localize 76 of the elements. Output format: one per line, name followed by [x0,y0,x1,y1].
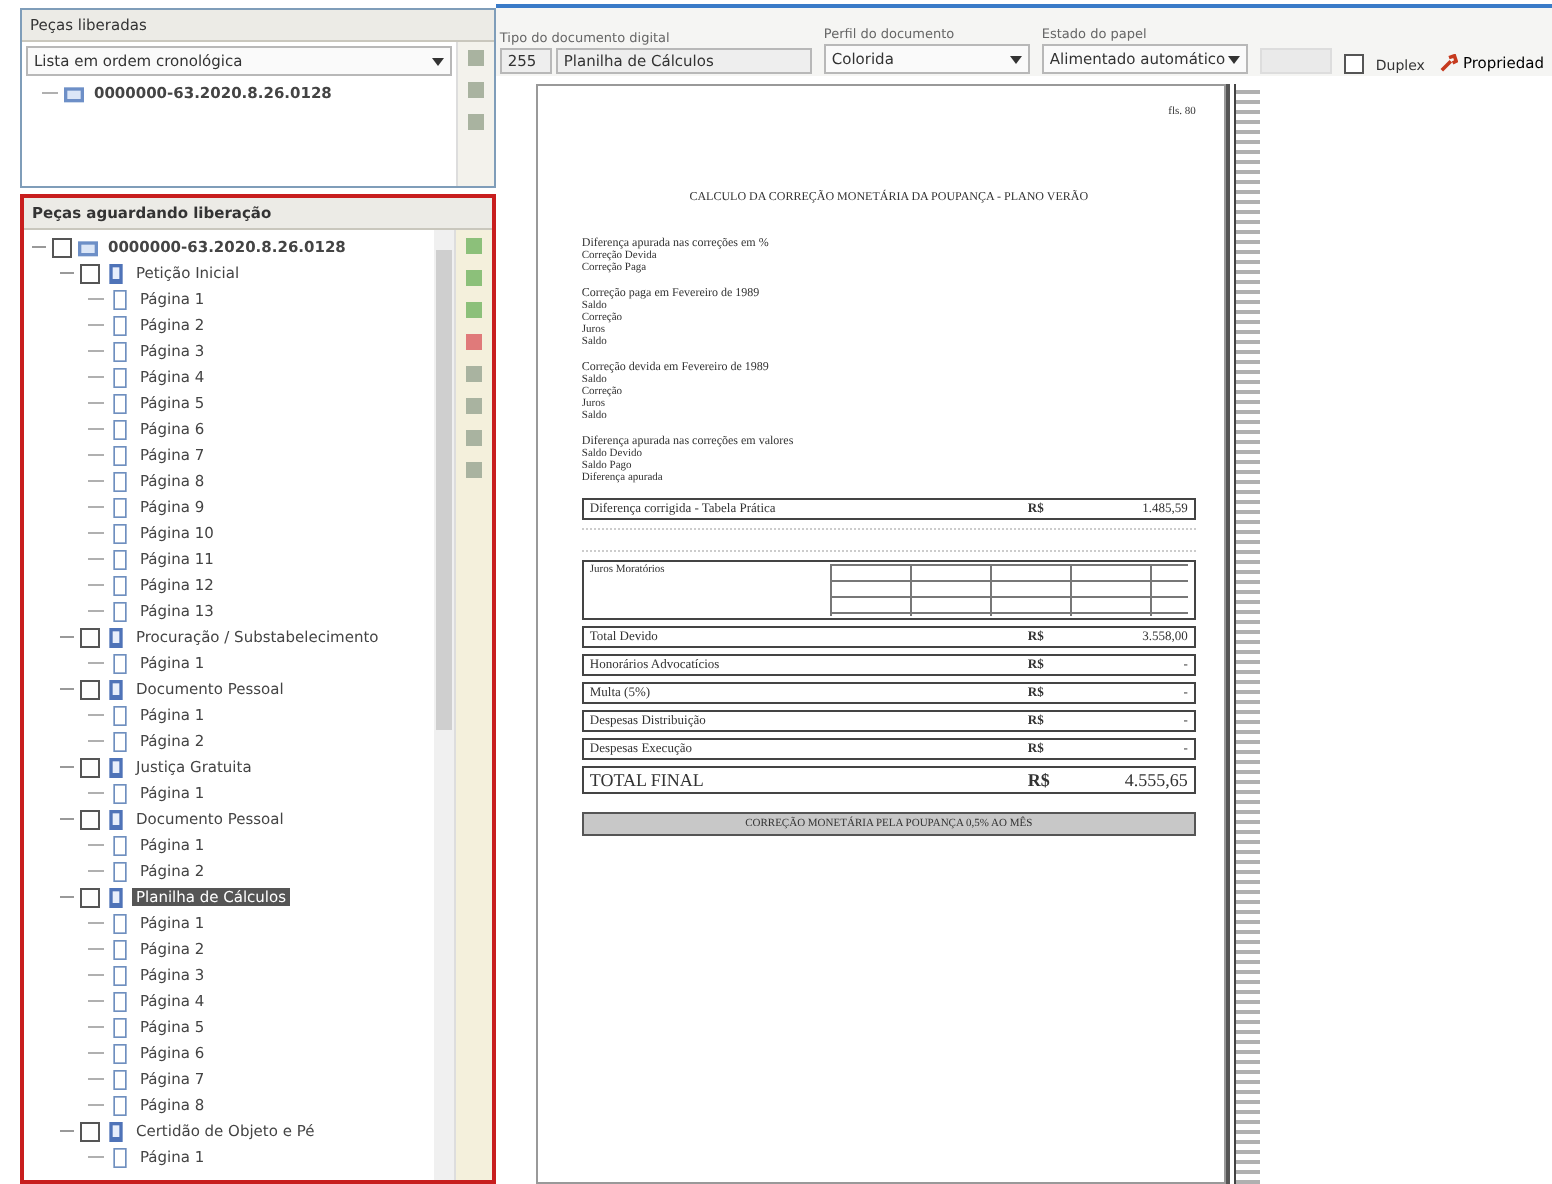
collapse-icon[interactable] [60,630,74,644]
tree-line-icon [88,740,104,742]
tree-line-icon [88,922,104,924]
checkbox[interactable] [80,887,100,907]
tree-line-icon [88,844,104,846]
tree-line-icon [88,610,104,612]
tree-line-icon [88,532,104,534]
page-icon [110,653,130,673]
tree-line-icon [88,376,104,378]
page-icon[interactable] [463,460,484,480]
checkbox[interactable] [80,809,100,829]
page-icon[interactable] [465,80,486,100]
tree-line-icon [88,350,104,352]
tree-line-icon [88,714,104,716]
tree-line-icon [88,792,104,794]
caret-icon [1009,55,1022,63]
tree-line-icon [88,298,104,300]
tree-line-icon [88,506,104,508]
tree-line-icon [88,662,104,664]
tree-line-icon [88,1104,104,1106]
scroll-thumb[interactable] [435,250,452,730]
tree-line-icon [88,584,104,586]
collapse-icon[interactable] [60,760,74,774]
document-icon [106,679,126,699]
caret-icon [1227,55,1240,63]
document-icon [106,627,126,647]
page-icon[interactable] [463,332,484,352]
tree-line-icon [88,1052,104,1054]
tree-line-icon [88,948,104,950]
tree-line-icon [88,402,104,404]
tree-line-icon [88,324,104,326]
tree-line-icon [88,558,104,560]
checkbox[interactable] [52,237,72,257]
checkbox[interactable] [80,263,100,283]
page-icon[interactable] [463,364,484,384]
tree-line-icon [88,428,104,430]
page-icon[interactable] [463,300,484,320]
tree-line-icon [88,974,104,976]
collapse-icon[interactable] [60,812,74,826]
document-icon [106,887,126,907]
collapse-icon[interactable] [32,240,46,254]
tree-line-icon [88,480,104,482]
wrench-icon [1440,54,1459,72]
checkbox[interactable] [80,679,100,699]
folder-icon [64,83,84,103]
tree-line-icon [88,1156,104,1158]
collapse-icon[interactable] [60,266,74,280]
page-icon [110,1147,130,1167]
checkbox[interactable] [80,1121,100,1141]
checkbox[interactable] [80,627,100,647]
total-row: TOTAL FINAL R$ 4.555,65 [581,766,1196,794]
tree-line-icon [88,1026,104,1028]
tree-line-icon [88,1000,104,1002]
page-icon[interactable] [463,236,484,256]
collapse-icon[interactable] [60,890,74,904]
document-icon [106,1121,126,1141]
tree-line-icon [88,454,104,456]
collapse-icon[interactable] [60,682,74,696]
document-icon [106,809,126,829]
page-icon[interactable] [463,268,484,288]
tree-line-icon [88,870,104,872]
page-icon[interactable] [463,428,484,448]
tree-line-icon [88,1078,104,1080]
folder-icon [78,237,98,257]
page-icon[interactable] [463,396,484,416]
checkbox[interactable] [1343,54,1364,74]
document-icon [106,757,126,777]
tree-line-icon [42,92,58,94]
page-icon[interactable] [465,48,486,68]
page-icon[interactable] [465,112,486,132]
collapse-icon[interactable] [60,1124,74,1138]
checkbox[interactable] [80,757,100,777]
document-icon [106,263,126,283]
caret-icon [431,57,444,65]
scrollbar[interactable] [433,230,454,1180]
page-icon [110,783,130,803]
